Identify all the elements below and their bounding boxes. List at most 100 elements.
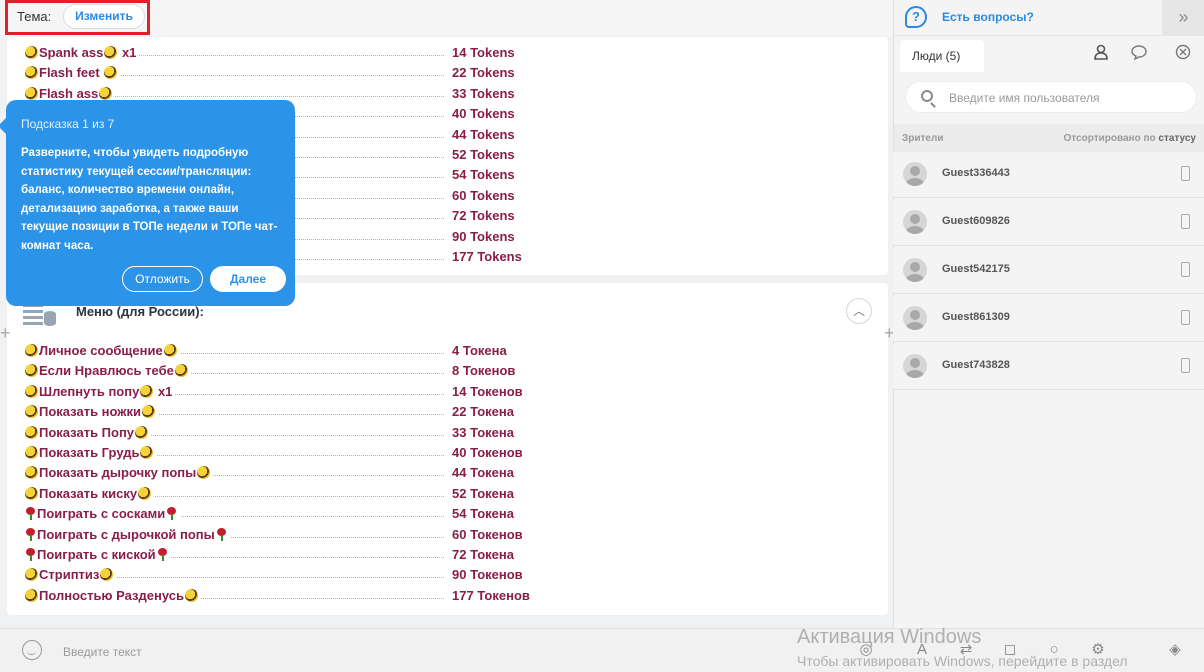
menu-item: Шлепнуть попу x1 14 Токенов [24,381,564,401]
viewer-row[interactable]: Guest609826 [893,200,1204,246]
menu-item-price: 44 Токена [452,465,514,481]
avatar [903,162,927,186]
sort-label[interactable]: Отсортировано по статусу [1064,133,1197,144]
menu-item: Показать ножки 22 Токена [24,401,564,421]
menu-item-price: 54 Tokens [452,167,515,183]
collapse-sidebar-button[interactable]: » [1162,0,1204,36]
avatar [903,258,927,282]
menu-item-leader [84,577,444,579]
menu-item-multiplier: x1 [154,383,173,399]
menu-item: Если Нравлюсь тебе 8 Токенов [24,360,564,380]
menu-item-price: 52 Токена [452,485,514,501]
menu-item-leader [84,95,444,97]
bee-icon [25,46,38,59]
viewer-name: Guest609826 [942,215,1010,227]
menu-item-label: Шлепнуть попу [39,383,140,399]
question-icon[interactable]: ? [905,6,927,28]
menu-item-name: Поиграть с дырочкой попы [24,526,230,542]
menu-item-name: Шлепнуть попу x1 [24,383,175,399]
menu-item-price: 90 Tokens [452,228,515,244]
hint-counter: Подсказка 1 из 7 [21,117,115,131]
user-icon[interactable] [1092,44,1110,62]
menu-item: Поиграть с киской 72 Токена [24,544,564,564]
viewer-name: Guest861309 [942,311,1010,323]
user-search-field[interactable]: Введите имя пользователя [905,81,1197,113]
bee-icon [25,344,38,357]
menu-russia-title: Меню (для России): [76,304,204,319]
menu-item-name: Показать киску [24,485,155,501]
bee-icon [25,446,38,459]
tab-people[interactable]: Люди (5) [900,40,984,72]
windows-activation-subtitle: Чтобы активировать Windows, перейдите в … [797,653,1128,669]
blocked-icon[interactable] [1174,44,1192,62]
menu-item-price: 177 Токенов [452,587,530,603]
mobile-icon [1181,310,1190,325]
menu-item-price: 22 Tokens [452,65,515,81]
bee-icon [104,46,118,59]
menu-item-name: Показать ножки [24,404,159,420]
menu-item-name: Поиграть с киской [24,547,171,562]
menu-item-name: Показать Грудь [24,445,157,460]
viewers-label: Зрители [902,133,944,144]
menu-item-label: Стриптиз [39,567,100,583]
menu-item-label: Если Нравлюсь тебе [39,363,174,379]
menu-item-name: Полностью Разденусь [24,587,201,603]
menu-item: Личное сообщение 4 Токена [24,340,564,360]
search-icon [921,90,933,102]
menu-item: Стриптиз 90 Токенов [24,564,564,584]
menu-item-label: Поиграть с дырочкой попы [37,526,215,542]
next-button[interactable]: Далее [210,266,286,292]
bee-icon [25,588,38,602]
menu-item-price: 72 Tokens [452,208,515,224]
avatar [903,210,927,234]
bee-icon [25,466,38,480]
viewer-row[interactable]: Guest743828 [893,344,1204,390]
bee-icon [25,66,38,80]
tip-icon[interactable]: ◈ [1166,641,1184,659]
menu-item-price: 54 Токена [452,506,514,522]
smiley-icon[interactable] [22,640,42,660]
menu-item-price: 90 Токенов [452,567,523,583]
bee-icon [25,86,38,100]
bee-icon [140,446,154,459]
mobile-icon [1181,214,1190,229]
bee-icon [197,466,211,480]
menu-item-label: Показать дырочку попы [39,465,197,481]
resize-handle-left[interactable]: + [0,323,11,344]
viewer-row[interactable]: Guest542175 [893,248,1204,294]
menu-item-leader [84,75,444,77]
bee-icon [25,364,38,378]
menu-item-price: 60 Токенов [452,526,523,542]
menu-item: Показать киску 52 Токена [24,483,564,503]
bee-icon [174,364,188,378]
tab-people-label: Люди [912,49,943,63]
bee-icon [138,486,152,500]
menu-item-label: Поиграть с сосками [37,506,166,522]
menu-item: Показать Грудь 40 Токенов [24,442,564,462]
menu-item-name: Если Нравлюсь тебе [24,363,191,379]
menu-item: Поиграть с дырочкой попы 60 Токенов [24,524,564,544]
postpone-button[interactable]: Отложить [122,266,203,292]
menu-item-label: Показать киску [39,485,138,501]
help-link[interactable]: Есть вопросы? [942,10,1034,24]
message-input[interactable]: Введите текст [63,645,142,659]
menu-item-name: Поиграть с сосками [24,506,181,522]
menu-item-multiplier: x1 [118,45,137,60]
mobile-icon [1181,166,1190,181]
chat-main-area: Тема: Изменить Spank ass x1 14 Tokens Flas… [0,0,895,672]
hint-text: Разверните, чтобы увидеть подробную стат… [21,147,278,252]
chat-bubble-icon[interactable] [1130,44,1148,62]
bee-icon [25,568,38,582]
menu-item-name: Flash ass [24,85,116,101]
menu-item-price: 33 Токена [452,424,514,440]
bee-icon [25,486,38,500]
viewer-row[interactable]: Guest861309 [893,296,1204,342]
menu-item-price: 33 Tokens [452,85,515,101]
sidebar-header: ? Есть вопросы? » [894,0,1204,36]
menu-item-label: Полностью Разденусь [39,587,184,603]
topbar: Тема: Изменить [0,0,893,36]
bee-icon [25,405,38,419]
viewer-row[interactable]: Guest336443 [893,152,1204,198]
collapse-menu-button[interactable]: ︿ [846,298,872,324]
bee-icon [25,384,38,398]
